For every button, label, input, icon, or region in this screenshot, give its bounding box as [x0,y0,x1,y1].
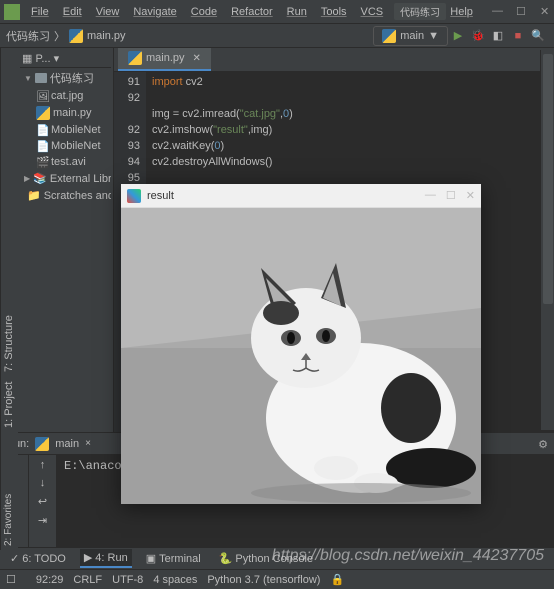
project-tag: 代码练习 [394,3,446,20]
close-icon[interactable]: ✕ [540,5,550,18]
menu-refactor[interactable]: Refactor [224,3,280,21]
settings-icon[interactable]: ⚙ [538,438,548,451]
encoding[interactable]: UTF-8 [112,574,143,586]
tree-header: ▦ P... ▾ [20,50,111,68]
editor-tab[interactable]: main.py ✕ [118,48,211,71]
interpreter[interactable]: Python 3.7 (tensorflow) [207,574,320,586]
dropdown-icon: ▼ [428,30,439,42]
tree-external[interactable]: ▶📚External Librar [20,170,111,187]
run-button[interactable]: ▶ [451,29,465,43]
indent[interactable]: 4 spaces [153,574,197,586]
down-button[interactable]: ↓ [40,477,46,489]
chevron-icon: 〉 [54,28,65,44]
maximize-icon[interactable]: ☐ [516,5,526,18]
scroll-button[interactable]: ⇥ [38,514,47,527]
tree-root[interactable]: ▼代码练习 [20,68,111,88]
project-tree: ▦ P... ▾ ▼代码练习 🖼cat.jpg main.py 📄MobileN… [18,48,114,432]
python-icon [69,29,83,43]
structure-tab[interactable]: 7: Structure [3,315,16,372]
breadcrumb: 代码练习 〉 main.py [6,28,126,44]
menu-bar: File Edit View Navigate Code Refactor Ru… [0,0,554,24]
menu-code[interactable]: Code [184,3,224,21]
coverage-button[interactable]: ◧ [491,29,505,43]
cursor-position: 92:29 [36,574,64,586]
tree-file[interactable]: main.py [20,104,111,122]
run-config-selector[interactable]: main ▼ [373,26,448,46]
watermark: https://blog.csdn.net/weixin_44237705 [272,547,544,565]
cv-image-content [121,208,481,504]
favorites-tab[interactable]: 2: Favorites [0,432,18,550]
terminal-tab[interactable]: ▣ Terminal [142,550,205,567]
close-icon[interactable]: ✕ [466,189,475,202]
breadcrumb-file[interactable]: main.py [87,30,126,42]
tab-label: main.py [146,52,185,64]
opencv-window: result — ☐ ✕ [121,184,481,504]
menu-edit[interactable]: Edit [56,3,89,21]
menu-run[interactable]: Run [280,3,314,21]
tree-file[interactable]: 📄MobileNet [20,122,111,138]
tree-selector[interactable]: ▦ P... ▾ [22,52,59,65]
run-config-label: main [400,30,424,42]
menu-navigate[interactable]: Navigate [126,3,183,21]
menu-help[interactable]: Help [443,3,480,21]
minimize-icon[interactable]: — [425,189,436,202]
python-icon [35,437,49,451]
menu-view[interactable]: View [89,3,127,21]
lock-icon[interactable]: 🔒 [330,573,344,586]
left-tool-tabs: 1: Project 7: Structure [0,48,18,432]
editor-scrollbar[interactable] [540,50,554,430]
app-icon [4,4,20,20]
tree-file[interactable]: 🎬test.avi [20,154,111,170]
close-tab-icon[interactable]: × [85,438,91,449]
todo-tab[interactable]: ✓ 6: TODO [6,550,70,567]
tree-file[interactable]: 🖼cat.jpg [20,88,111,104]
maximize-icon[interactable]: ☐ [446,189,456,202]
project-tab[interactable]: 1: Project [3,382,16,428]
status-bar: ☐ 92:29 CRLF UTF-8 4 spaces Python 3.7 (… [0,569,554,589]
scrollbar-thumb[interactable] [543,54,553,304]
up-button[interactable]: ↑ [40,459,46,471]
python-icon [128,51,142,65]
close-tab-icon[interactable]: ✕ [193,53,201,64]
tree-scratches[interactable]: 📁Scratches and [20,187,111,204]
menu-vcs[interactable]: VCS [354,3,391,21]
debug-button[interactable]: 🐞 [471,29,485,43]
line-ending[interactable]: CRLF [73,574,102,586]
soft-wrap-button[interactable]: ↩ [38,495,47,508]
breadcrumb-project[interactable]: 代码练习 [6,28,50,44]
cv-titlebar[interactable]: result — ☐ ✕ [121,184,481,208]
events-icon[interactable]: ☐ [6,573,16,586]
menu-tools[interactable]: Tools [314,3,354,21]
opencv-icon [127,189,141,203]
run-tab[interactable]: ▶ 4: Run [80,549,132,568]
menu-file[interactable]: File [24,3,56,21]
tree-file[interactable]: 📄MobileNet [20,138,111,154]
run-tab[interactable]: main [55,438,79,450]
search-button[interactable]: 🔍 [531,29,545,43]
minimize-icon[interactable]: — [492,5,502,18]
nav-toolbar: 代码练习 〉 main.py main ▼ ▶ 🐞 ◧ ■ 🔍 [0,24,554,48]
cv-title: result [147,190,425,202]
stop-button[interactable]: ■ [511,29,525,43]
python-icon [382,29,396,43]
